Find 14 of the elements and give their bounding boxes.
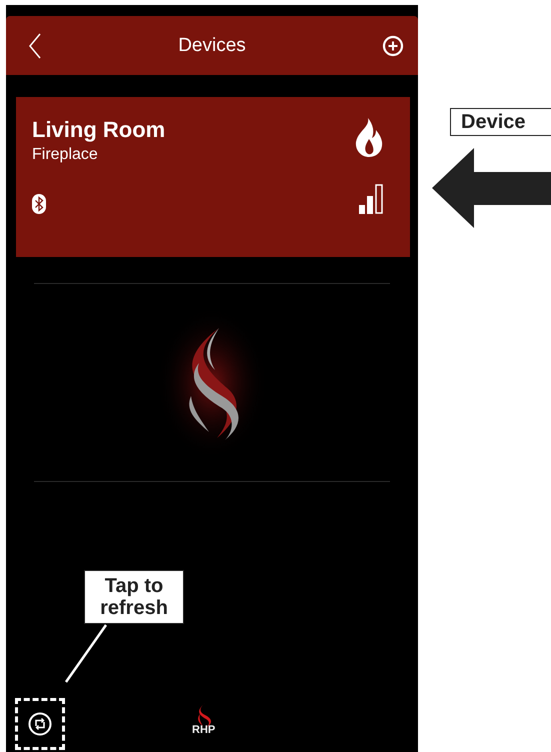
back-icon[interactable]: [28, 32, 42, 60]
device-type: Fireplace: [32, 146, 99, 164]
tap-to-refresh-callout: Tap to refresh: [84, 570, 184, 624]
device-callout: Device: [450, 108, 551, 136]
device-card[interactable]: Living Room Fireplace: [16, 97, 410, 257]
refresh-icon[interactable]: [28, 712, 52, 736]
leader-line: [64, 624, 108, 684]
bluetooth-icon: [32, 194, 46, 214]
logo-text: RHP: [192, 724, 216, 736]
device-name: Living Room: [32, 117, 166, 143]
signal-strength-icon: [358, 184, 384, 214]
add-icon[interactable]: [382, 34, 404, 56]
flame-icon: [354, 117, 384, 157]
header-title: Devices: [178, 34, 246, 56]
